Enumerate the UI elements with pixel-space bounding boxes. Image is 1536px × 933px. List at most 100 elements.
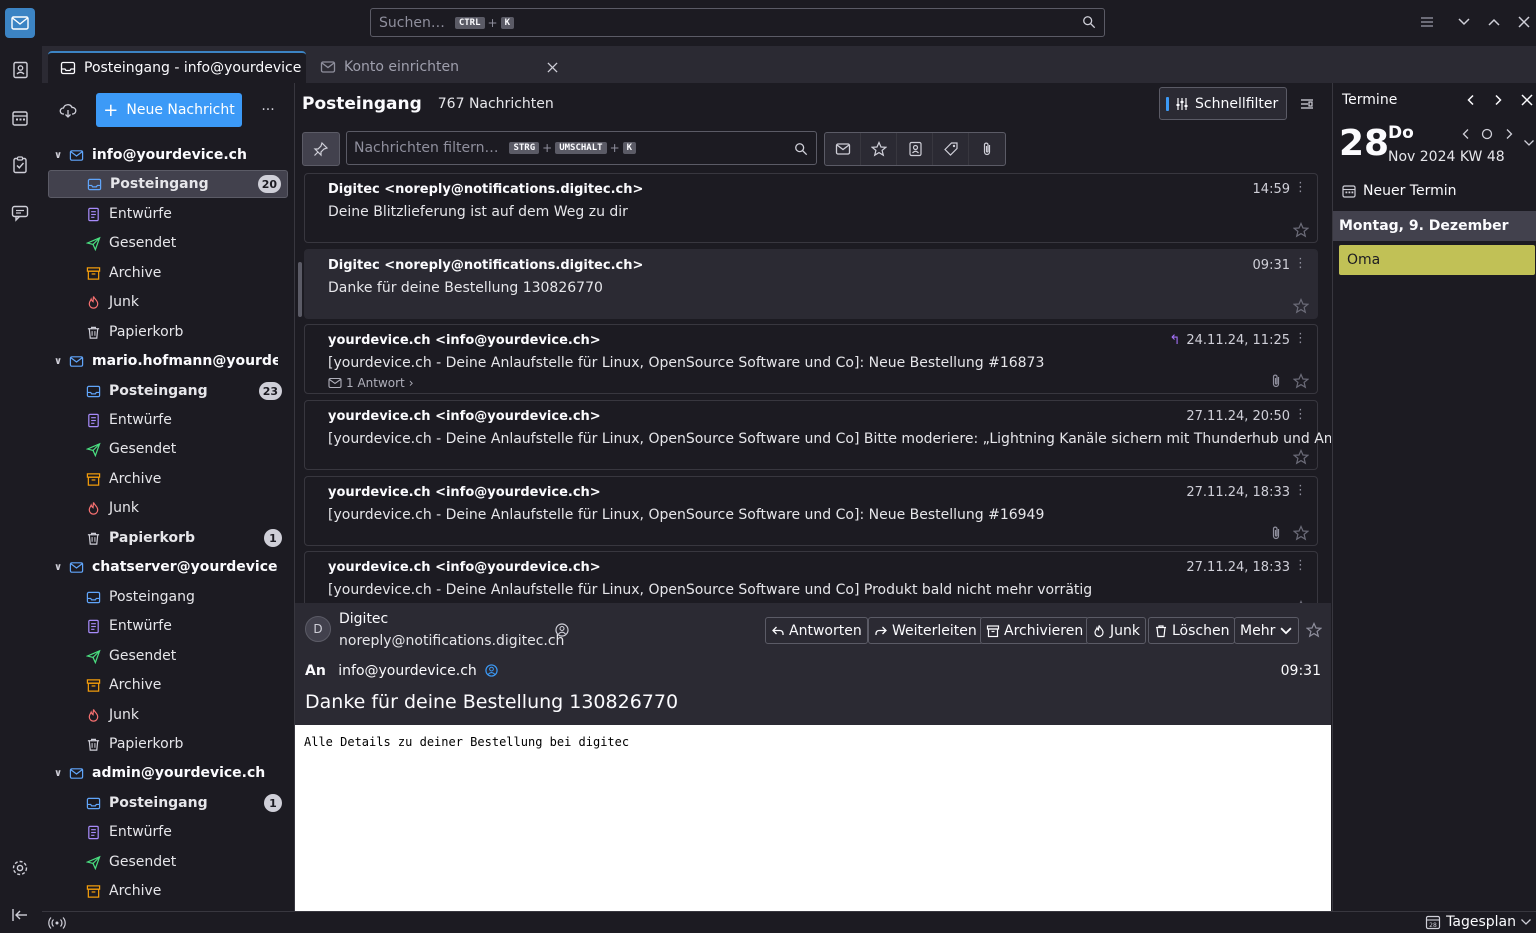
delete-button[interactable]: Löschen — [1148, 617, 1236, 644]
folder-item[interactable]: Junk — [48, 494, 288, 522]
quick-filter-button[interactable]: Schnellfilter — [1159, 87, 1287, 120]
sender-name[interactable]: Digitec — [339, 611, 388, 627]
more-vertical-icon[interactable]: ⋮ — [1294, 180, 1307, 195]
folder-item[interactable]: Entwürfe — [48, 200, 288, 228]
folder-item[interactable]: Gesendet — [48, 229, 288, 257]
message-filter-input[interactable]: Nachrichten filtern… STRG + UMSCHALT + K — [346, 131, 817, 165]
chevron-right-icon[interactable] — [1504, 128, 1514, 140]
more-vertical-icon[interactable]: ⋮ — [1294, 407, 1307, 422]
folder-item[interactable]: Archive — [48, 465, 288, 493]
message-card[interactable]: Digitec <noreply@notifications.digitec.c… — [304, 173, 1318, 243]
tags-filter-button[interactable] — [933, 133, 969, 165]
account-row[interactable]: ∨ mario.hofmann@yourde... — [48, 347, 288, 375]
today-pane-toggle[interactable]: 28 Tagesplan — [1425, 914, 1532, 930]
star-icon[interactable] — [1306, 622, 1322, 638]
folder-item[interactable]: Entwürfe — [48, 612, 288, 640]
folder-item[interactable]: Junk — [48, 701, 288, 729]
new-message-button[interactable]: + Neue Nachricht — [96, 93, 242, 127]
message-card[interactable]: Digitec <noreply@notifications.digitec.c… — [304, 249, 1318, 319]
message-list-scrollbar[interactable] — [298, 262, 302, 317]
folder-pane-menu-button[interactable]: ··· — [258, 100, 278, 120]
more-button[interactable]: Mehr — [1234, 617, 1300, 644]
folder-item[interactable]: Entwürfe — [48, 818, 288, 846]
get-messages-button[interactable] — [58, 100, 78, 120]
inbox-icon — [86, 591, 100, 603]
attachment-filter-button[interactable] — [969, 133, 1005, 165]
recipient-address[interactable]: info@yourdevice.ch — [338, 663, 477, 679]
folder-item[interactable]: Posteingang 20 — [48, 170, 288, 198]
forward-button[interactable]: Weiterleiten — [868, 617, 983, 644]
chevron-left-icon[interactable] — [1461, 128, 1471, 140]
close-tab-icon[interactable] — [547, 61, 558, 73]
today-circle-icon[interactable] — [1481, 128, 1493, 140]
chevron-down-icon[interactable]: ∨ — [54, 768, 68, 779]
star-icon[interactable] — [1293, 525, 1309, 541]
mail-space-button[interactable] — [5, 8, 35, 38]
folder-item[interactable]: Papierkorb 1 — [48, 524, 288, 552]
collapse-spaces-button[interactable] — [5, 900, 35, 930]
close-icon[interactable] — [1521, 94, 1533, 106]
sender-address[interactable]: noreply@notifications.digitec.ch — [339, 633, 564, 649]
addressbook-space-button[interactable] — [5, 55, 35, 85]
minimize-button[interactable] — [1454, 12, 1474, 32]
folder-item[interactable]: Entwürfe — [48, 406, 288, 434]
folder-item[interactable]: Papierkorb — [48, 318, 288, 346]
add-contact-icon[interactable] — [555, 623, 569, 637]
sticky-filter-button[interactable] — [302, 132, 340, 166]
account-row[interactable]: ∨ info@yourdevice.ch — [48, 141, 288, 169]
message-card[interactable]: yourdevice.ch <info@yourdevice.ch> [yourd… — [304, 324, 1318, 394]
chevron-down-icon[interactable]: ∨ — [54, 356, 68, 367]
maximize-button[interactable] — [1484, 12, 1504, 32]
more-vertical-icon[interactable]: ⋮ — [1294, 558, 1307, 573]
message-card[interactable]: yourdevice.ch <info@yourdevice.ch> [yourd… — [304, 551, 1318, 603]
junk-button[interactable]: Junk — [1086, 617, 1146, 644]
app-menu-button[interactable] — [1417, 12, 1437, 32]
archive-button[interactable]: Archivieren — [980, 617, 1090, 644]
tab-account-setup[interactable]: Konto einrichten — [308, 51, 570, 83]
star-icon[interactable] — [1293, 222, 1309, 238]
folder-item[interactable]: Gesendet — [48, 435, 288, 463]
display-options-button[interactable] — [1299, 96, 1317, 114]
new-event-button[interactable]: Neuer Termin — [1341, 179, 1456, 203]
star-icon[interactable] — [1293, 373, 1309, 389]
online-status-icon[interactable] — [48, 916, 66, 930]
chevron-left-icon[interactable] — [1465, 94, 1477, 106]
more-vertical-icon[interactable]: ⋮ — [1294, 256, 1307, 271]
account-row[interactable]: ∨ admin@yourdevice.ch — [48, 759, 288, 787]
unread-filter-button[interactable] — [825, 133, 861, 165]
folder-item[interactable]: Gesendet — [48, 642, 288, 670]
star-icon[interactable] — [1293, 298, 1309, 314]
folder-item[interactable]: Archive — [48, 671, 288, 699]
folder-item[interactable]: Archive — [48, 877, 288, 905]
global-search-input[interactable]: Suchen… CTRL + K — [370, 8, 1105, 37]
tasks-space-button[interactable] — [5, 150, 35, 180]
message-card[interactable]: yourdevice.ch <info@yourdevice.ch> [yourd… — [304, 400, 1331, 470]
tab-inbox[interactable]: Posteingang - info@yourdevice.ch — [48, 51, 306, 83]
folder-item[interactable]: Gesendet — [48, 848, 288, 876]
folder-item[interactable]: Posteingang — [48, 583, 288, 611]
folder-name: Entwürfe — [109, 618, 172, 634]
reply-button[interactable]: Antworten — [765, 617, 868, 644]
folder-item[interactable]: Papierkorb — [48, 730, 288, 758]
more-vertical-icon[interactable]: ⋮ — [1294, 483, 1307, 498]
settings-button[interactable] — [5, 853, 35, 883]
star-icon[interactable] — [1293, 449, 1309, 465]
folder-item[interactable]: Posteingang 23 — [48, 377, 288, 405]
agenda-event[interactable]: Oma — [1339, 245, 1535, 275]
account-row[interactable]: ∨ chatserver@yourdevice.... — [48, 553, 288, 581]
close-window-button[interactable] — [1514, 12, 1534, 32]
chevron-down-icon[interactable]: ∨ — [54, 150, 68, 161]
chat-space-button[interactable] — [5, 198, 35, 228]
chevron-down-icon[interactable] — [1523, 138, 1535, 148]
folder-item[interactable]: Archive — [48, 259, 288, 287]
folder-item[interactable]: Junk — [48, 288, 288, 316]
contact-filter-button[interactable] — [897, 133, 933, 165]
thread-replies-toggle[interactable]: 1 Antwort › — [328, 376, 414, 390]
more-vertical-icon[interactable]: ⋮ — [1294, 331, 1307, 346]
message-card[interactable]: yourdevice.ch <info@yourdevice.ch> [yourd… — [304, 476, 1318, 546]
chevron-right-icon[interactable] — [1492, 94, 1504, 106]
starred-filter-button[interactable] — [861, 133, 897, 165]
chevron-down-icon[interactable]: ∨ — [54, 562, 68, 573]
calendar-space-button[interactable] — [5, 103, 35, 133]
folder-item[interactable]: Posteingang 1 — [48, 789, 288, 817]
